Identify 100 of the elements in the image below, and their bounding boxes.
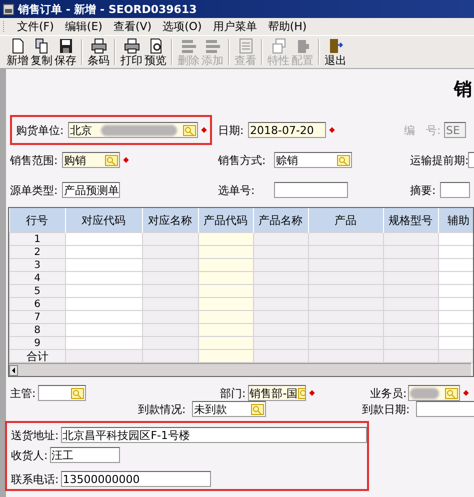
- table-cell[interactable]: [198, 310, 253, 324]
- column-header[interactable]: 产品: [308, 208, 383, 232]
- horizontal-scrollbar[interactable]: [9, 363, 471, 376]
- input-field[interactable]: 北京: [68, 122, 198, 138]
- table-cell[interactable]: [65, 272, 142, 284]
- table-cell[interactable]: [198, 246, 253, 258]
- table-cell[interactable]: [253, 336, 308, 350]
- menu-item[interactable]: 文件(F): [17, 19, 54, 34]
- table-cell[interactable]: [383, 324, 438, 336]
- table-cell[interactable]: [308, 232, 383, 246]
- table-cell[interactable]: [65, 284, 142, 298]
- table-cell[interactable]: [383, 258, 438, 272]
- table-cell[interactable]: [198, 298, 253, 310]
- input-field[interactable]: [38, 385, 86, 401]
- table-cell[interactable]: [142, 272, 198, 284]
- menu-item[interactable]: 编辑(E): [64, 19, 102, 34]
- toolbar-button[interactable]: 新增: [6, 36, 29, 68]
- table-cell[interactable]: [383, 272, 438, 284]
- table-cell[interactable]: [142, 310, 198, 324]
- table-cell[interactable]: [308, 310, 383, 324]
- table-cell[interactable]: [198, 324, 253, 336]
- table-cell[interactable]: [438, 336, 473, 350]
- table-cell[interactable]: [438, 298, 473, 310]
- table-cell[interactable]: [142, 258, 198, 272]
- table-cell[interactable]: [65, 298, 142, 310]
- table-cell[interactable]: [253, 298, 308, 310]
- input-field[interactable]: [440, 182, 470, 198]
- table-cell[interactable]: [383, 232, 438, 246]
- table-cell[interactable]: [253, 258, 308, 272]
- input-field[interactable]: [408, 385, 460, 401]
- table-cell[interactable]: [308, 272, 383, 284]
- input-field[interactable]: 13500000000: [60, 471, 211, 487]
- table-cell[interactable]: [383, 284, 438, 298]
- table-cell[interactable]: [65, 258, 142, 272]
- toolbar-button[interactable]: 保存: [54, 36, 77, 68]
- table-cell[interactable]: [438, 246, 473, 258]
- toolbar-button[interactable]: 退出: [324, 36, 347, 68]
- toolbar-button[interactable]: 打印: [120, 36, 143, 68]
- table-cell[interactable]: [65, 336, 142, 350]
- table-cell[interactable]: [198, 272, 253, 284]
- table-cell[interactable]: [308, 336, 383, 350]
- input-field[interactable]: 销售部-国: [248, 385, 306, 401]
- table-cell[interactable]: [383, 246, 438, 258]
- column-header[interactable]: 产品名称: [253, 208, 308, 232]
- toolbar-button[interactable]: 复制: [30, 36, 53, 68]
- table-cell[interactable]: [438, 258, 473, 272]
- table-cell[interactable]: [253, 272, 308, 284]
- column-header[interactable]: 行号: [10, 208, 65, 232]
- table-cell[interactable]: [438, 310, 473, 324]
- table-cell[interactable]: [308, 324, 383, 336]
- toolbar-button[interactable]: 条码: [87, 36, 110, 68]
- toolbar-button[interactable]: 预览: [144, 36, 167, 68]
- table-cell[interactable]: [142, 246, 198, 258]
- table-cell[interactable]: [253, 246, 308, 258]
- table-cell[interactable]: [438, 324, 473, 336]
- column-header[interactable]: 产品代码: [198, 208, 253, 232]
- input-field[interactable]: [274, 182, 348, 198]
- table-cell[interactable]: [65, 324, 142, 336]
- table-cell[interactable]: [253, 310, 308, 324]
- table-cell[interactable]: [198, 336, 253, 350]
- menu-item[interactable]: 帮助(H): [268, 19, 307, 34]
- table-cell[interactable]: [253, 324, 308, 336]
- input-field[interactable]: 汪工: [50, 447, 120, 463]
- input-field[interactable]: [416, 401, 474, 417]
- table-cell[interactable]: [308, 258, 383, 272]
- menu-item[interactable]: 选项(O): [162, 19, 202, 34]
- menu-item[interactable]: 用户菜单: [212, 19, 257, 34]
- table-cell[interactable]: [308, 246, 383, 258]
- table-cell[interactable]: [308, 284, 383, 298]
- column-header[interactable]: 对应代码: [65, 208, 142, 232]
- input-field[interactable]: 购销: [62, 152, 120, 168]
- input-field[interactable]: 2018-07-20: [248, 122, 326, 138]
- input-field[interactable]: 北京昌平科技园区F-1号楼: [60, 427, 367, 443]
- column-header[interactable]: 规格型号: [383, 208, 438, 232]
- input-field[interactable]: 赊销: [274, 152, 352, 168]
- table-cell[interactable]: [142, 336, 198, 350]
- table-cell[interactable]: [198, 232, 253, 246]
- table-cell[interactable]: [198, 258, 253, 272]
- table-cell[interactable]: [253, 232, 308, 246]
- column-header[interactable]: 辅助: [438, 208, 473, 232]
- table-cell[interactable]: [383, 310, 438, 324]
- table-cell[interactable]: [65, 310, 142, 324]
- table-cell[interactable]: [383, 336, 438, 350]
- table-cell[interactable]: [65, 246, 142, 258]
- table-cell[interactable]: [65, 232, 142, 246]
- table-cell[interactable]: [142, 298, 198, 310]
- table-cell[interactable]: [383, 298, 438, 310]
- table-cell[interactable]: [253, 284, 308, 298]
- table-cell[interactable]: [438, 272, 473, 284]
- input-field[interactable]: 未到款: [192, 401, 266, 417]
- table-cell[interactable]: [142, 284, 198, 298]
- input-field[interactable]: 产品预测单: [62, 182, 120, 198]
- table-cell[interactable]: [438, 232, 473, 246]
- table-cell[interactable]: [142, 324, 198, 336]
- table-cell[interactable]: [308, 298, 383, 310]
- table-cell[interactable]: [142, 232, 198, 246]
- table-cell[interactable]: [438, 284, 473, 298]
- menu-item[interactable]: 查看(V): [113, 19, 152, 34]
- column-header[interactable]: 对应名称: [142, 208, 198, 232]
- table-cell[interactable]: [198, 284, 253, 298]
